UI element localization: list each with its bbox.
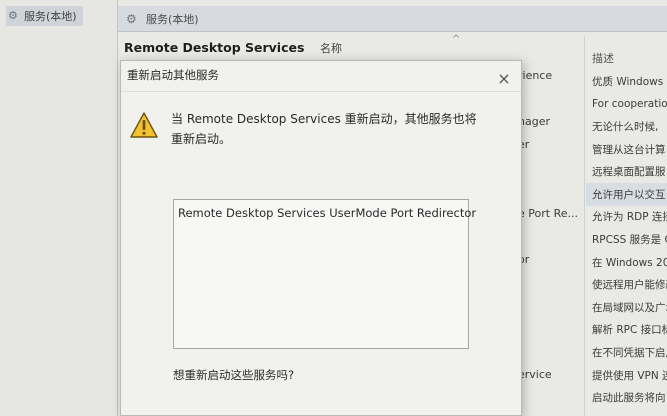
table-row-description[interactable]: 启动此服务将向 xyxy=(586,386,667,409)
service-name-cell[interactable]: nager xyxy=(518,110,584,133)
service-name-cell[interactable] xyxy=(518,271,584,294)
dialog-message: 当 Remote Desktop Services 重新启动，其他服务也将重新启… xyxy=(171,112,477,146)
table-row-description[interactable]: 允许为 RDP 连接 xyxy=(586,206,667,229)
service-name-cell[interactable] xyxy=(518,317,584,340)
column-header-name[interactable]: 名称 xyxy=(320,40,342,56)
table-row-description-selected[interactable]: 允许用户以交互 xyxy=(586,182,667,206)
column-divider[interactable] xyxy=(584,36,585,416)
service-name-cell[interactable] xyxy=(518,179,584,202)
service-description-column: 优质 Windows For cooperatio 无论什么时候, 管理从这台计… xyxy=(586,70,667,409)
sort-ascending-icon: ^ xyxy=(452,34,461,45)
table-row-description[interactable]: 提供使用 VPN 连 xyxy=(586,364,667,387)
warning-icon xyxy=(130,112,158,138)
selected-service-title: Remote Desktop Services xyxy=(124,40,305,55)
service-name-cell[interactable] xyxy=(518,294,584,317)
services-header: ⚙ 服务(本地) xyxy=(118,6,667,32)
service-name-column: rience nager er e Port Re... or ervice xyxy=(518,64,584,386)
close-button[interactable]: × xyxy=(493,67,515,89)
table-row-description[interactable]: 远程桌面配置服 xyxy=(586,160,667,183)
service-name-cell[interactable] xyxy=(518,156,584,179)
service-name-cell[interactable]: ervice xyxy=(518,363,584,386)
tree-item-services-local[interactable]: ⚙ 服务(本地) xyxy=(6,6,83,26)
table-row-description[interactable]: 管理从这台计算 xyxy=(586,138,667,161)
service-name-cell[interactable] xyxy=(518,225,584,248)
dependent-services-list[interactable]: Remote Desktop Services UserMode Port Re… xyxy=(173,199,476,349)
table-row-description[interactable]: 在 Windows 200 xyxy=(586,251,667,274)
dialog-title: 重新启动其他服务 xyxy=(127,68,219,82)
service-name-cell[interactable]: rience xyxy=(518,64,584,87)
service-name-cell[interactable]: e Port Re... xyxy=(518,202,584,225)
column-header-description[interactable]: 描述 xyxy=(592,50,614,66)
table-row-description[interactable]: For cooperatio xyxy=(586,93,667,116)
gear-icon: ⚙ xyxy=(126,11,137,26)
table-row-description[interactable]: 使远程用户能修改 xyxy=(586,273,667,296)
table-row-description[interactable]: RPCSS 服务是 C xyxy=(586,228,667,251)
service-name-cell[interactable]: or xyxy=(518,248,584,271)
list-item[interactable]: Remote Desktop Services UserMode Port Re… xyxy=(178,206,476,220)
services-header-title: 服务(本地) xyxy=(146,12,199,26)
console-tree-pane: ⚙ 服务(本地) xyxy=(0,0,118,416)
table-row-description[interactable]: 在不同凭据下启用 xyxy=(586,341,667,364)
tree-item-label: 服务(本地) xyxy=(24,10,77,23)
table-row-description[interactable]: 解析 RPC 接口标 xyxy=(586,319,667,342)
table-row-description[interactable]: 优质 Windows xyxy=(586,70,667,93)
service-name-cell[interactable] xyxy=(518,87,584,110)
gear-icon: ⚙ xyxy=(8,9,18,22)
restart-services-dialog: 重新启动其他服务 × 当 Remote Desktop Services 重新启… xyxy=(120,60,522,416)
service-name-cell[interactable]: er xyxy=(518,133,584,156)
table-row-description[interactable]: 在局域网以及广域 xyxy=(586,296,667,319)
dialog-divider xyxy=(121,91,521,92)
dialog-question: 想重新启动这些服务吗? xyxy=(173,368,295,382)
table-row-description[interactable]: 无论什么时候, xyxy=(586,115,667,138)
service-name-cell[interactable] xyxy=(518,340,584,363)
